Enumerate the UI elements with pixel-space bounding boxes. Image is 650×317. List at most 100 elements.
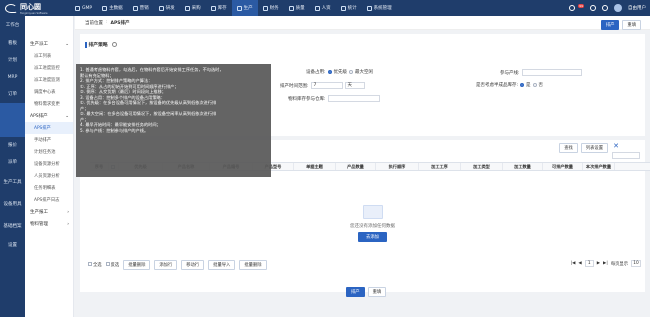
sidebar: 工作台 看板 计划 MRP 订单 报价 派单 生产工具 设备用具 基础档案 设置 — [0, 16, 25, 317]
table-toolbar: 查找 列表设置 — [559, 143, 608, 153]
nav-system[interactable]: 系统管理 — [362, 0, 397, 16]
subnav-item[interactable]: 派工进度监测 — [25, 74, 73, 86]
nav-gmp[interactable]: GMP — [70, 0, 97, 16]
section-title: 排产策略 — [85, 41, 117, 48]
subnav-item[interactable]: 物料需求变更 — [25, 98, 73, 110]
subnav-item[interactable]: 任务明细表 — [25, 182, 73, 194]
last-page-icon[interactable]: ▶| — [603, 261, 608, 266]
nav-sales[interactable]: 营销 — [128, 0, 154, 16]
select-all-checkbox[interactable] — [88, 262, 92, 266]
box-icon — [210, 5, 216, 11]
help-icon[interactable] — [602, 5, 608, 11]
user-name[interactable]: 自由用户 — [628, 5, 646, 11]
nav-hr[interactable]: 人资 — [310, 0, 336, 16]
page-input[interactable]: 1 — [584, 260, 594, 267]
nav-inventory[interactable]: 库存 — [206, 0, 232, 16]
subnav-item[interactable]: 派工进度监控 — [25, 62, 73, 74]
empty-text: 您还没有添加任何数据 — [350, 224, 395, 229]
prev-page-icon[interactable]: ◀ — [578, 261, 581, 266]
sidebar-item-board[interactable]: 看板 — [0, 35, 25, 52]
subnav-group-material[interactable]: 物料管理 › — [25, 218, 73, 230]
subnav-item[interactable]: APS排产日志 — [25, 194, 73, 206]
nav-stats[interactable]: 统计 — [336, 0, 362, 16]
bell-icon[interactable] — [569, 5, 576, 11]
batch-import-button[interactable]: 批量导入 — [208, 260, 236, 270]
strategy-tooltip: 1. 普通考虑物料齐套，勾选后，在物料齐套后开始安排工序任务，不勾选时， 默认有… — [76, 64, 271, 177]
nav-finance[interactable]: 财务 — [258, 0, 284, 16]
nav-purchase[interactable]: 采购 — [180, 0, 206, 16]
sidebar-item-order[interactable]: 订单 — [0, 86, 25, 103]
subnav-group-report[interactable]: 生产报工 › — [25, 206, 73, 218]
submit-button[interactable]: 排产 — [346, 287, 365, 297]
stock-warehouse-field: 物料库存参与仓库: — [288, 95, 380, 102]
chevron-down-icon: ⌄ — [65, 41, 69, 47]
sidebar-item-dispatch[interactable]: 派单 — [0, 154, 25, 171]
subnav-item-aps[interactable]: APS排产 — [25, 122, 73, 134]
avatar[interactable] — [614, 4, 622, 12]
time-unit-select[interactable]: 天 — [344, 82, 365, 89]
nav-quality[interactable]: 质量 — [284, 0, 310, 16]
sidebar-item-equipment[interactable]: 设备用具 — [0, 193, 25, 215]
logo: 同心圆 Tongxinyuan Software — [0, 0, 62, 16]
subnav-item[interactable]: 计划任务池 — [25, 146, 73, 158]
gmp-icon — [75, 5, 80, 11]
nav-production[interactable]: 生产 — [231, 0, 258, 16]
search-icon[interactable] — [590, 5, 596, 11]
radio-priority[interactable] — [327, 70, 332, 74]
subnav-group-aps[interactable]: APS排产 ⌄ — [25, 110, 73, 122]
subnav-group-dispatch[interactable]: 生产派工 ⌄ — [25, 38, 73, 50]
sidebar-item-active[interactable] — [0, 103, 25, 137]
subnav-item[interactable]: 调度中心表 — [25, 86, 73, 98]
subnav-item[interactable]: 手动排产 — [25, 134, 73, 146]
search-button[interactable]: 查找 — [559, 143, 578, 153]
brand-sub: Tongxinyuan Software — [20, 11, 48, 15]
sidebar-item-settings[interactable]: 设置 — [0, 237, 25, 254]
nav-master-data[interactable]: 主数据 — [97, 0, 128, 16]
subnav-item[interactable]: 派工列表 — [25, 50, 73, 62]
sidebar-item-quote[interactable]: 报价 — [0, 137, 25, 154]
page-title: APS排产 — [110, 20, 130, 26]
sidebar-item-mrp[interactable]: MRP — [0, 69, 25, 86]
next-page-icon[interactable]: ▶ — [597, 261, 600, 266]
subnav-item[interactable]: 设备资源分析 — [25, 158, 73, 170]
table-search-input[interactable] — [612, 152, 640, 159]
chevron-right-icon: › — [67, 221, 69, 227]
close-icon[interactable]: ✕ — [613, 142, 619, 150]
people-icon — [314, 5, 320, 11]
invert-checkbox[interactable] — [105, 262, 110, 266]
bulk-actions: 全选 反选 批量删除 添加行 移动行 批量导入 批量删除 — [88, 260, 267, 270]
bottom-reset-button[interactable]: 重填 — [367, 287, 387, 297]
breadcrumb: 当前位置: APS排产 — [75, 16, 650, 30]
first-page-icon[interactable]: |◀ — [571, 261, 576, 266]
participate-line-input[interactable] — [521, 69, 582, 76]
move-row-button[interactable]: 移动行 — [181, 260, 205, 270]
column-setting-button[interactable]: 列表设置 — [580, 143, 608, 153]
radio-no[interactable] — [532, 83, 537, 87]
sidebar-item-basic[interactable]: 基础档案 — [0, 215, 25, 237]
subnav-item[interactable]: 人员资源分析 — [25, 170, 73, 182]
page-size-select[interactable]: 10 — [631, 260, 641, 267]
help-icon[interactable] — [111, 42, 117, 47]
page-size-label: 每页显示 — [610, 261, 628, 267]
sidebar-item-plan[interactable]: 计划 — [0, 52, 25, 69]
nav-rd[interactable]: 研发 — [154, 0, 180, 16]
device-occupy-field: 设备占用: 优先级 最大空闲 — [306, 70, 374, 75]
header-buttons: 排产 重填 — [600, 20, 641, 30]
rd-icon — [158, 5, 164, 11]
main-nav: GMP 主数据 营销 研发 采购 库存 生产 财务 质量 人资 统计 系统管理 — [70, 0, 397, 16]
sidebar-item-tools[interactable]: 生产工具 — [0, 171, 25, 193]
radio-max-idle[interactable] — [349, 70, 354, 74]
radio-yes[interactable] — [520, 83, 525, 87]
reset-button[interactable]: 重填 — [622, 20, 641, 30]
schedule-button[interactable]: 排产 — [600, 20, 620, 30]
stock-warehouse-input[interactable] — [327, 95, 380, 102]
sidebar-item-workbench[interactable]: 工作台 — [0, 16, 25, 35]
time-range-field: 排产时间范围: 7 天 — [280, 82, 365, 89]
delete-button[interactable]: 批量删除 — [123, 260, 151, 270]
batch-delete-button[interactable]: 批量删除 — [239, 260, 267, 270]
consider-semi-field: 是否考虑半成品库存: 是 否 — [476, 83, 544, 88]
time-range-input[interactable]: 7 — [310, 82, 343, 89]
add-row-button[interactable]: 添加行 — [154, 260, 178, 270]
add-data-button[interactable]: 去添加 — [358, 232, 387, 242]
chevron-down-icon: ⌄ — [65, 113, 69, 119]
